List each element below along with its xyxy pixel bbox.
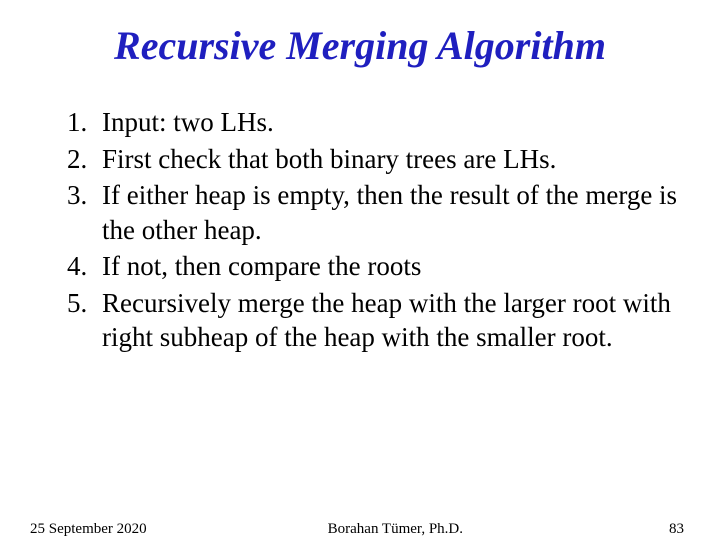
list-item: Input: two LHs.	[94, 105, 684, 140]
slide: Recursive Merging Algorithm Input: two L…	[0, 22, 720, 540]
algorithm-list: Input: two LHs. First check that both bi…	[36, 105, 684, 355]
list-item: Recursively merge the heap with the larg…	[94, 286, 684, 355]
footer-date: 25 September 2020	[30, 521, 147, 538]
list-item: First check that both binary trees are L…	[94, 142, 684, 177]
list-item: If not, then compare the roots	[94, 249, 684, 284]
list-item: If either heap is empty, then the result…	[94, 178, 684, 247]
footer-page-number: 83	[644, 521, 684, 538]
slide-body: Input: two LHs. First check that both bi…	[0, 105, 720, 355]
slide-footer: 25 September 2020 Borahan Tümer, Ph.D. 8…	[0, 521, 720, 538]
slide-title: Recursive Merging Algorithm	[0, 22, 720, 69]
footer-author: Borahan Tümer, Ph.D.	[147, 521, 644, 538]
